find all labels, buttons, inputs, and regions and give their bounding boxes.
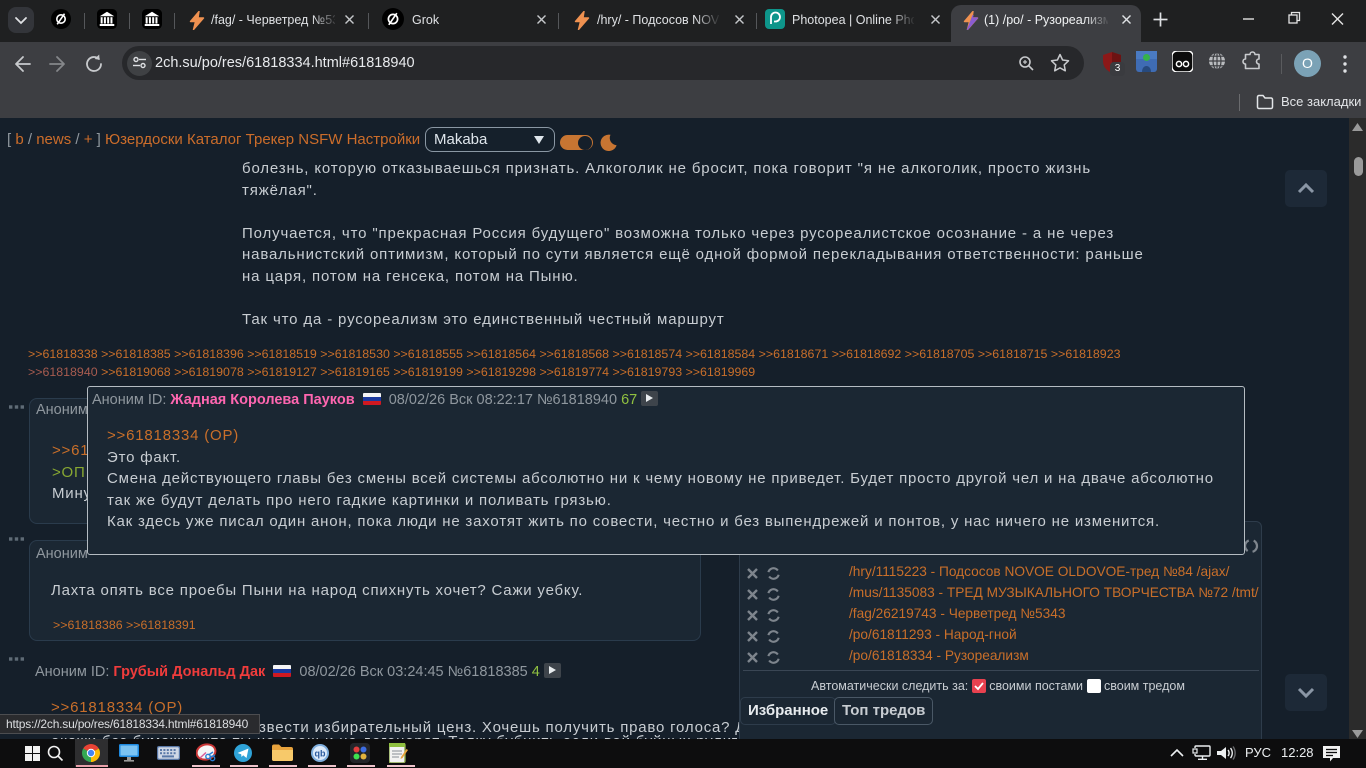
svg-text:qb: qb: [315, 749, 326, 759]
